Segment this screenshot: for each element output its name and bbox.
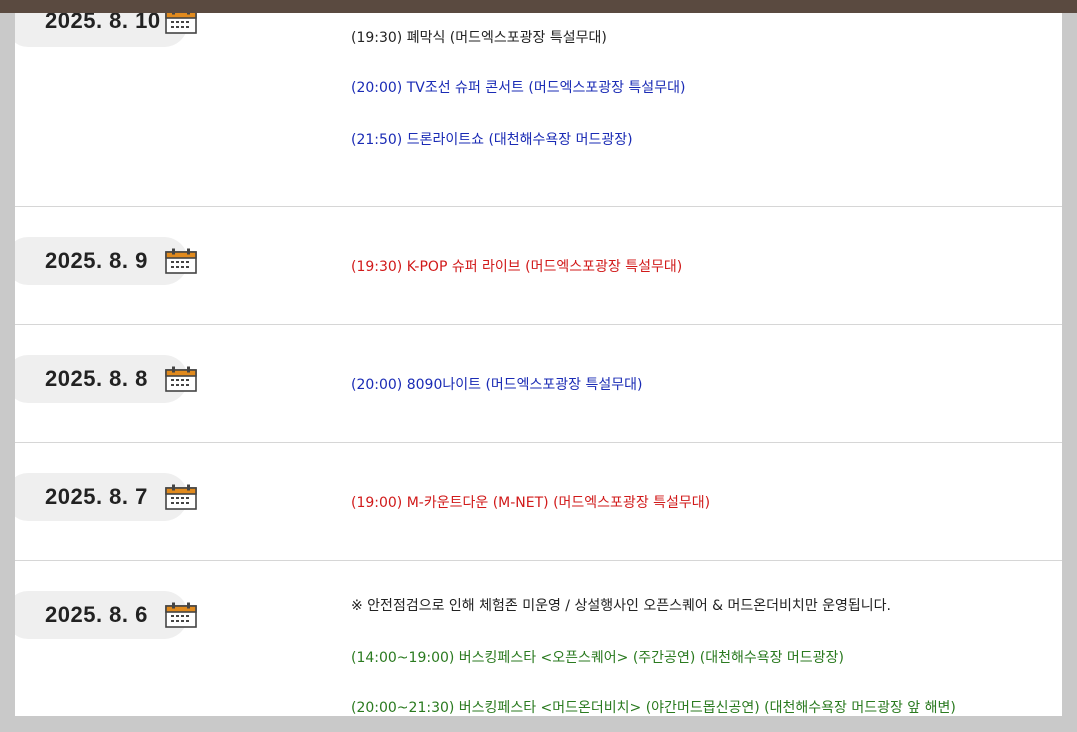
calendar-icon <box>165 484 197 510</box>
row-divider <box>15 324 1062 325</box>
calendar-icon <box>165 248 197 274</box>
row-divider <box>15 442 1062 443</box>
event-line: (20:00~21:30) 버스킹페스타 <머드온더비치> (야간머드몹신공연)… <box>351 700 956 716</box>
row-divider <box>15 560 1062 561</box>
calendar-icon <box>165 366 197 392</box>
event-line: (21:50) 드론라이트쇼 (대천해수욕장 머드광장) <box>351 132 633 148</box>
event-line: (20:00) 8090나이트 (머드엑스포광장 특설무대) <box>351 377 643 393</box>
date-label: 2025. 8. 6 <box>45 602 148 627</box>
event-line: (19:30) 폐막식 (머드엑스포광장 특설무대) <box>351 30 607 46</box>
date-label: 2025. 8. 8 <box>45 366 148 391</box>
event-line: (19:00) M-카운트다운 (M-NET) (머드엑스포광장 특설무대) <box>351 495 711 511</box>
calendar-icon <box>165 13 197 34</box>
event-line: (19:30) K-POP 슈퍼 라이브 (머드엑스포광장 특설무대) <box>351 259 683 275</box>
notice-line: ※ 안전점검으로 인해 체험존 미운영 / 상설행사인 오픈스퀘어 & 머드온더… <box>351 598 891 614</box>
date-label: 2025. 8. 7 <box>45 484 148 509</box>
calendar-icon <box>165 602 197 628</box>
schedule-panel: 2025. 8. 10 (19:30) 폐막식 (머드엑스포광장 특설무대) (… <box>15 13 1062 716</box>
date-label: 2025. 8. 9 <box>45 248 148 273</box>
row-divider <box>15 206 1062 207</box>
event-line: (14:00~19:00) 버스킹페스타 <오픈스퀘어> (주간공연) (대천해… <box>351 650 844 666</box>
top-bar <box>0 0 1077 13</box>
date-label: 2025. 8. 10 <box>45 13 161 33</box>
event-line: (20:00) TV조선 슈퍼 콘서트 (머드엑스포광장 특설무대) <box>351 80 686 96</box>
